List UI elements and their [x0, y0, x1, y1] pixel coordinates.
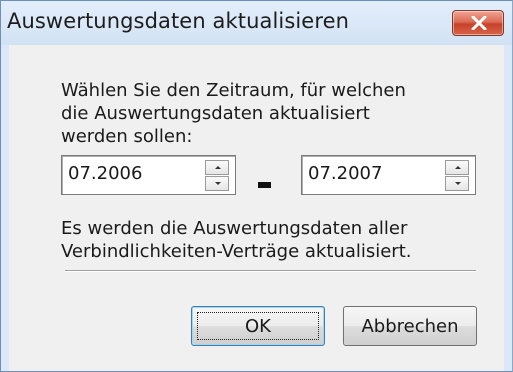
- separator-line: [65, 270, 476, 272]
- arrow-up-icon: [455, 166, 461, 169]
- from-date-spin-buttons: [205, 160, 229, 191]
- arrow-down-icon: [215, 182, 221, 185]
- from-date-down-button[interactable]: [205, 176, 229, 191]
- close-button[interactable]: [452, 10, 504, 36]
- window-title: Auswertungsdaten aktualisieren: [7, 9, 350, 33]
- range-separator: [258, 182, 271, 188]
- ok-button-label: OK: [245, 315, 271, 337]
- dialog-window: Auswertungsdaten aktualisieren Wählen Si…: [0, 0, 513, 372]
- from-date-up-button[interactable]: [205, 160, 229, 175]
- prompt-line-3: werden sollen:: [61, 126, 193, 147]
- from-date-value[interactable]: 07.2006: [68, 163, 142, 184]
- prompt-line-2: die Auswertungsdaten aktualisiert: [61, 103, 370, 124]
- to-date-up-button[interactable]: [445, 160, 469, 175]
- arrow-up-icon: [215, 166, 221, 169]
- info-line-2: Verbindlichkeiten-Verträge aktualisiert.: [61, 241, 412, 262]
- title-bar[interactable]: Auswertungsdaten aktualisieren: [1, 1, 512, 45]
- prompt-line-1: Wählen Sie den Zeitraum, für welchen: [61, 80, 406, 101]
- to-date-spin-buttons: [445, 160, 469, 191]
- close-x-icon: [471, 16, 487, 30]
- cancel-button[interactable]: Abbrechen: [343, 306, 477, 346]
- ok-button[interactable]: OK: [191, 306, 325, 346]
- from-date-spinner[interactable]: 07.2006: [61, 155, 236, 195]
- cancel-button-label: Abbrechen: [361, 315, 459, 337]
- to-date-value[interactable]: 07.2007: [308, 163, 382, 184]
- to-date-down-button[interactable]: [445, 176, 469, 191]
- to-date-spinner[interactable]: 07.2007: [301, 155, 476, 195]
- dialog-client-area: Wählen Sie den Zeitraum, für welchen die…: [9, 45, 504, 371]
- info-line-1: Es werden die Auswertungsdaten aller: [61, 218, 408, 239]
- arrow-down-icon: [455, 182, 461, 185]
